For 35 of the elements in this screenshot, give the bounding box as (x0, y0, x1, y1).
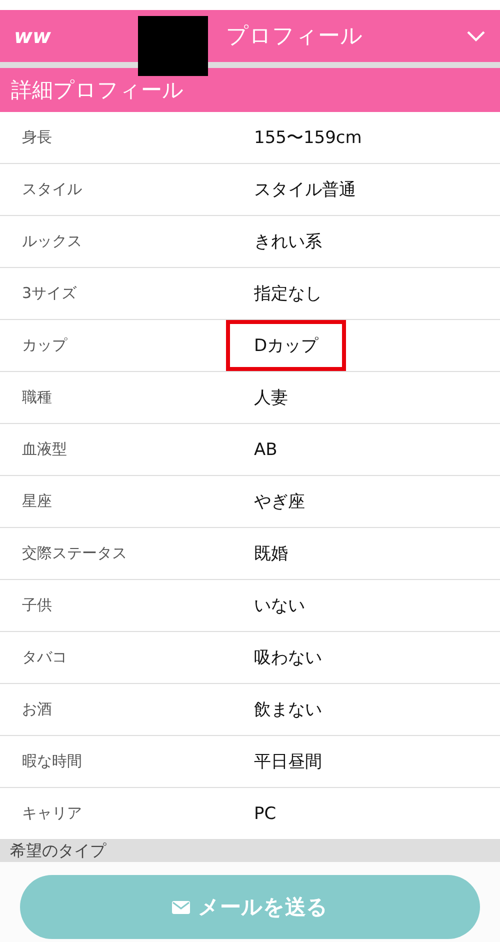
field-value: いない (253, 595, 306, 618)
field-label: 星座 (21, 492, 53, 511)
field-label: 血液型 (21, 440, 68, 459)
section-title: 希望のタイプ (10, 841, 106, 862)
field-value: 飲まない (253, 699, 323, 722)
field-value: 人妻 (253, 387, 289, 410)
field-label: 3サイズ (21, 284, 78, 303)
field-value: 既婚 (253, 543, 289, 566)
field-label: カップ (21, 336, 68, 355)
send-mail-button[interactable]: メールを送る (20, 875, 480, 939)
field-label: お酒 (21, 700, 53, 719)
field-value: AB (253, 438, 278, 462)
caret-icon[interactable] (466, 30, 486, 42)
logo[interactable]: ww (14, 24, 74, 48)
field-label: 交際ステータス (21, 544, 128, 563)
field-value: Dカップ (226, 320, 346, 371)
field-value: PC (253, 802, 278, 826)
field-value: 155〜159cm (253, 127, 363, 150)
field-value: きれい系 (253, 231, 323, 254)
field-value: スタイル普通 (253, 179, 357, 202)
field-label: スタイル (21, 180, 83, 199)
field-value: やぎ座 (253, 491, 306, 514)
page-title: プロフィール (226, 23, 363, 51)
field-label: 暇な時間 (21, 752, 83, 771)
field-label: キャリア (21, 804, 83, 823)
field-label: 身長 (21, 128, 53, 147)
field-label: 子供 (21, 596, 53, 615)
envelope-icon (172, 900, 190, 914)
field-label: ルックス (21, 232, 83, 251)
field-value: 吸わない (253, 647, 323, 670)
field-label: タバコ (21, 648, 68, 667)
section-title: 詳細プロフィール (11, 77, 184, 104)
field-value: 平日昼間 (253, 751, 323, 774)
field-value: 指定なし (253, 283, 323, 306)
field-label: 職種 (21, 388, 53, 407)
